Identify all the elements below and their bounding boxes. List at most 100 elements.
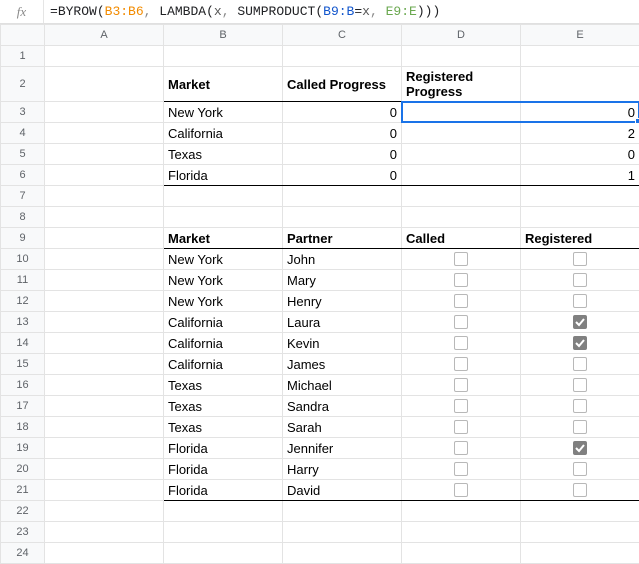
cell[interactable]: California: [164, 123, 283, 144]
cell[interactable]: Michael: [283, 375, 402, 396]
checkbox-icon[interactable]: [573, 378, 587, 392]
checkbox-icon[interactable]: [454, 294, 468, 308]
cell[interactable]: Sarah: [283, 417, 402, 438]
cell[interactable]: [521, 291, 639, 312]
select-all-corner[interactable]: [1, 25, 45, 46]
cell[interactable]: [283, 186, 402, 207]
cell[interactable]: [45, 354, 164, 375]
cell[interactable]: Sandra: [283, 396, 402, 417]
column-header[interactable]: A: [45, 25, 164, 46]
cell[interactable]: [521, 207, 639, 228]
cell[interactable]: [283, 501, 402, 522]
cell[interactable]: 0: [283, 165, 402, 186]
checkbox-icon[interactable]: [454, 357, 468, 371]
cell[interactable]: [521, 480, 639, 501]
row-header[interactable]: 13: [1, 312, 45, 333]
cell[interactable]: [45, 67, 164, 102]
checkbox-icon[interactable]: [573, 483, 587, 497]
cell[interactable]: [45, 207, 164, 228]
checkbox-icon[interactable]: [573, 420, 587, 434]
cell[interactable]: California: [164, 312, 283, 333]
cell[interactable]: [164, 207, 283, 228]
cell[interactable]: [45, 417, 164, 438]
cell[interactable]: [402, 291, 521, 312]
cell[interactable]: [164, 501, 283, 522]
column-header[interactable]: B: [164, 25, 283, 46]
cell[interactable]: [402, 46, 521, 67]
cell[interactable]: [402, 102, 521, 123]
cell[interactable]: Market: [164, 67, 283, 102]
cell[interactable]: Florida: [164, 165, 283, 186]
cell[interactable]: [45, 501, 164, 522]
fx-icon[interactable]: fx: [0, 0, 44, 23]
cell[interactable]: New York: [164, 249, 283, 270]
checkbox-icon[interactable]: [573, 357, 587, 371]
cell[interactable]: [521, 501, 639, 522]
cell[interactable]: John: [283, 249, 402, 270]
cell[interactable]: [164, 46, 283, 67]
cell[interactable]: Market: [164, 228, 283, 249]
cell[interactable]: Florida: [164, 459, 283, 480]
cell[interactable]: [45, 144, 164, 165]
cell[interactable]: [45, 102, 164, 123]
row-header[interactable]: 7: [1, 186, 45, 207]
cell[interactable]: [521, 46, 639, 67]
cell[interactable]: 1: [521, 165, 639, 186]
cell[interactable]: California: [164, 333, 283, 354]
row-header[interactable]: 2: [1, 67, 45, 102]
cell[interactable]: [521, 333, 639, 354]
checkbox-icon[interactable]: [454, 315, 468, 329]
cell[interactable]: [402, 123, 521, 144]
cell[interactable]: Registered Progress: [402, 67, 521, 102]
cell[interactable]: Kevin: [283, 333, 402, 354]
cell[interactable]: Registered: [521, 228, 639, 249]
formula-input[interactable]: =BYROW(B3:B6, LAMBDA(x, SUMPRODUCT(B9:B=…: [44, 4, 440, 19]
cell[interactable]: [45, 438, 164, 459]
cell[interactable]: 2: [521, 123, 639, 144]
cell[interactable]: [521, 375, 639, 396]
cell[interactable]: [521, 312, 639, 333]
checkbox-icon[interactable]: [454, 336, 468, 350]
cell[interactable]: [521, 417, 639, 438]
row-header[interactable]: 15: [1, 354, 45, 375]
cell[interactable]: [45, 522, 164, 543]
cell[interactable]: Called: [402, 228, 521, 249]
cell[interactable]: [521, 522, 639, 543]
checkbox-icon[interactable]: [573, 399, 587, 413]
row-header[interactable]: 1: [1, 46, 45, 67]
cell[interactable]: Mary: [283, 270, 402, 291]
cell[interactable]: [402, 354, 521, 375]
cell[interactable]: Florida: [164, 438, 283, 459]
cell[interactable]: [402, 375, 521, 396]
cell[interactable]: [521, 67, 639, 102]
cell[interactable]: Called Progress: [283, 67, 402, 102]
checkbox-icon[interactable]: [573, 294, 587, 308]
cell[interactable]: [283, 543, 402, 564]
checkbox-icon[interactable]: [454, 399, 468, 413]
checkbox-icon[interactable]: [573, 273, 587, 287]
cell[interactable]: 0: [283, 102, 402, 123]
cell[interactable]: [402, 207, 521, 228]
checkbox-checked-icon[interactable]: [573, 336, 587, 350]
cell[interactable]: [402, 165, 521, 186]
checkbox-icon[interactable]: [454, 483, 468, 497]
cell[interactable]: [45, 291, 164, 312]
cell[interactable]: Harry: [283, 459, 402, 480]
cell[interactable]: 0: [521, 144, 639, 165]
cell[interactable]: David: [283, 480, 402, 501]
row-header[interactable]: 8: [1, 207, 45, 228]
cell[interactable]: [45, 333, 164, 354]
cell[interactable]: New York: [164, 291, 283, 312]
cell[interactable]: [402, 480, 521, 501]
cell[interactable]: [283, 207, 402, 228]
cell[interactable]: Jennifer: [283, 438, 402, 459]
column-header[interactable]: C: [283, 25, 402, 46]
checkbox-icon[interactable]: [454, 462, 468, 476]
cell[interactable]: Partner: [283, 228, 402, 249]
cell[interactable]: [402, 249, 521, 270]
row-header[interactable]: 12: [1, 291, 45, 312]
row-header[interactable]: 17: [1, 396, 45, 417]
cell[interactable]: [45, 186, 164, 207]
cell[interactable]: [521, 270, 639, 291]
checkbox-icon[interactable]: [573, 462, 587, 476]
